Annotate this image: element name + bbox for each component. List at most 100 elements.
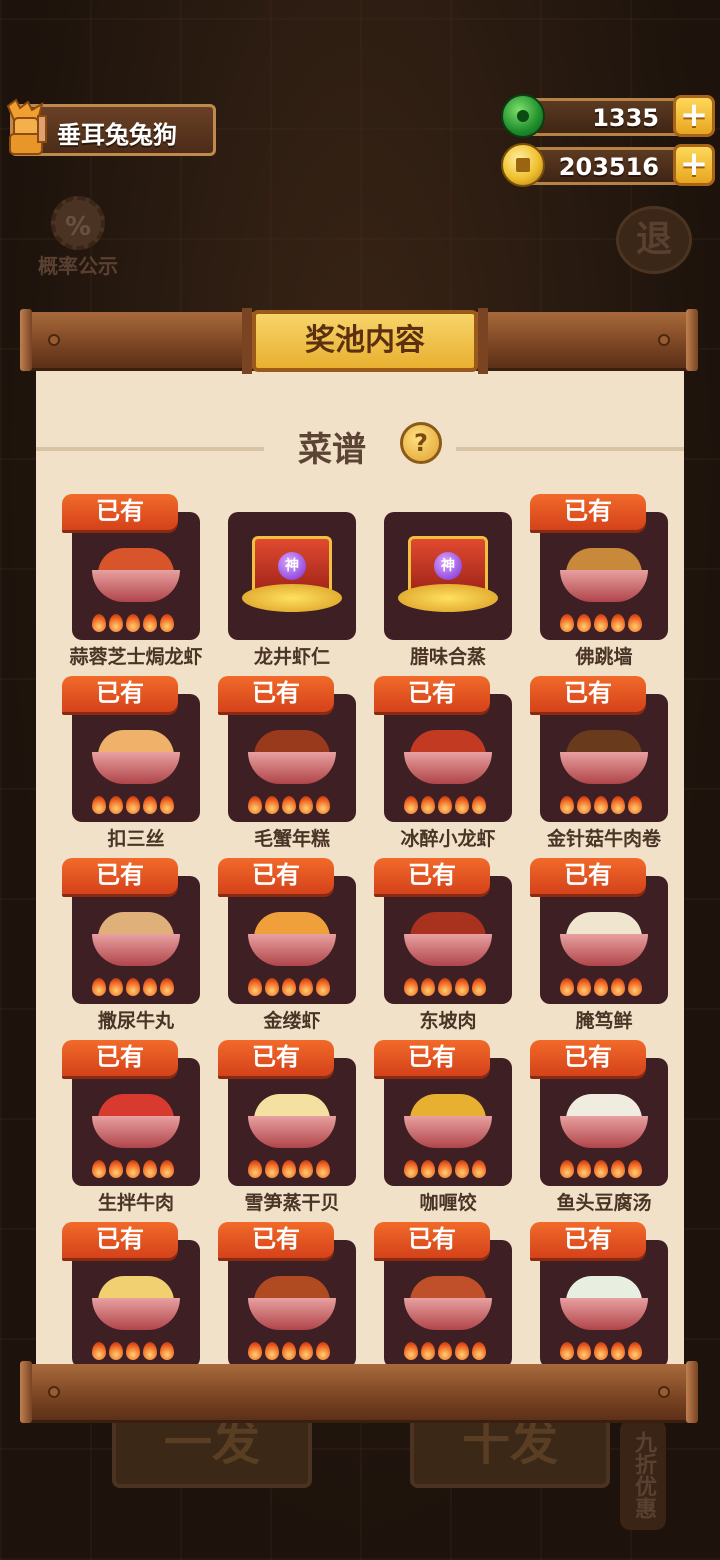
help-button[interactable]: ? (400, 422, 442, 464)
flame-icon (265, 1342, 279, 1360)
add-coins-button[interactable]: + (673, 144, 715, 186)
probability-button[interactable]: % 概率公示 (30, 196, 126, 279)
flame-icon (611, 796, 625, 814)
flame-icon (92, 978, 106, 996)
mystery-treasure-icon: 神 (242, 532, 342, 616)
flame-icon (577, 796, 591, 814)
flame-icon (92, 796, 106, 814)
flame-icon (248, 1342, 262, 1360)
bowl-icon (404, 1116, 492, 1148)
owned-badge: 已有 (530, 676, 646, 712)
recipe-card[interactable]: 已有 佛跳墙 (516, 494, 672, 676)
scroll-bottom-rod (20, 1361, 698, 1423)
owned-badge: 已有 (218, 1040, 334, 1076)
bowl-icon (560, 1116, 648, 1148)
flame-rating (404, 978, 494, 998)
recipe-card[interactable]: 已有 撒尿牛丸 (48, 858, 204, 1040)
flame-icon (611, 614, 625, 632)
recipe-card[interactable]: 已有 咖喱饺 (360, 1040, 516, 1222)
flame-icon (472, 1160, 486, 1178)
recipe-card[interactable]: 神龙井虾仁 (204, 494, 360, 676)
mystery-treasure-icon: 神 (398, 532, 498, 616)
recipe-card[interactable]: 已有 毛蟹年糕 (204, 676, 360, 858)
flame-rating (248, 1342, 338, 1362)
divider-right (456, 447, 684, 451)
recipe-image (540, 1058, 668, 1186)
owned-badge: 已有 (218, 1222, 334, 1258)
recipe-card[interactable]: 已有 蒜蓉芝士焗龙虾 (48, 494, 204, 676)
flame-icon (248, 1160, 262, 1178)
recipe-card[interactable]: 已有 (516, 1222, 672, 1364)
recipe-card[interactable]: 已有 生拌牛肉 (48, 1040, 204, 1222)
add-jade-button[interactable]: + (673, 95, 715, 137)
coin-icon (501, 143, 545, 187)
recipe-name: 雪笋蒸干贝 (244, 1192, 340, 1214)
player-avatar[interactable] (2, 98, 50, 156)
recipe-image (228, 1240, 356, 1364)
owned-badge: 已有 (62, 1040, 178, 1076)
flame-icon (160, 796, 174, 814)
bowl-icon (560, 752, 648, 784)
recipe-card[interactable]: 已有 金针菇牛肉卷 (516, 676, 672, 858)
recipe-image: 神 (384, 512, 512, 640)
flame-icon (455, 978, 469, 996)
flame-rating (248, 796, 338, 816)
recipe-image (540, 1240, 668, 1364)
flame-icon (160, 1160, 174, 1178)
recipe-image (384, 1058, 512, 1186)
recipe-card[interactable]: 已有 鱼头豆腐汤 (516, 1040, 672, 1222)
owned-badge: 已有 (62, 676, 178, 712)
flame-rating (560, 796, 650, 816)
flame-icon (92, 1342, 106, 1360)
recipe-name: 腊味合蒸 (409, 646, 486, 668)
recipe-name: 龙井虾仁 (253, 646, 330, 668)
bowl-icon (92, 752, 180, 784)
flame-rating (560, 614, 650, 634)
flame-icon (438, 796, 452, 814)
recipe-image (384, 694, 512, 822)
bowl-icon (248, 1298, 336, 1330)
recipe-card[interactable]: 已有 腌笃鲜 (516, 858, 672, 1040)
owned-badge: 已有 (62, 1222, 178, 1258)
flame-icon (404, 1342, 418, 1360)
recipe-card[interactable]: 已有 东坡肉 (360, 858, 516, 1040)
flame-icon (160, 1342, 174, 1360)
flame-rating (404, 1342, 494, 1362)
recipe-card[interactable]: 已有雪笋蒸干贝 (204, 1040, 360, 1222)
recipe-name: 鱼头豆腐汤 (556, 1192, 652, 1214)
recipe-card[interactable]: 已有 (48, 1222, 204, 1364)
recipe-image (72, 1240, 200, 1364)
flame-icon (421, 796, 435, 814)
flame-icon (438, 1160, 452, 1178)
flame-rating (404, 796, 494, 816)
flame-icon (455, 796, 469, 814)
flame-rating (92, 978, 182, 998)
flame-rating (560, 978, 650, 998)
recipe-name: 扣三丝 (107, 828, 165, 850)
jade-counter: 1335 + (501, 94, 715, 138)
recipe-card[interactable]: 已有 金缕虾 (204, 858, 360, 1040)
recipe-card[interactable]: 已有 (204, 1222, 360, 1364)
recipe-card[interactable]: 已有 (360, 1222, 516, 1364)
flame-icon (560, 1342, 574, 1360)
bowl-icon (560, 934, 648, 966)
flame-icon (265, 796, 279, 814)
bowl-icon (92, 570, 180, 602)
flame-icon (265, 978, 279, 996)
flame-rating (560, 1342, 650, 1362)
recipe-card[interactable]: 已有 冰醉小龙虾 (360, 676, 516, 858)
flame-icon (560, 1160, 574, 1178)
flame-icon (299, 1160, 313, 1178)
flame-icon (421, 978, 435, 996)
flame-rating (92, 1160, 182, 1180)
exit-button[interactable]: 退 (616, 206, 692, 274)
bowl-icon (248, 1116, 336, 1148)
flame-icon (143, 614, 157, 632)
recipe-card[interactable]: 神腊味合蒸 (360, 494, 516, 676)
divine-orb-icon: 神 (278, 552, 306, 580)
prize-pool-panel: 菜谱 ? 已有 蒜蓉芝士焗龙虾神龙井虾仁神腊味合蒸 已有 佛跳墙 已有 扣三丝 已有 毛蟹年糕… (36, 366, 684, 1364)
recipe-card[interactable]: 已有扣三丝 (48, 676, 204, 858)
flame-icon (421, 1342, 435, 1360)
flame-icon (611, 1342, 625, 1360)
flame-icon (455, 1160, 469, 1178)
